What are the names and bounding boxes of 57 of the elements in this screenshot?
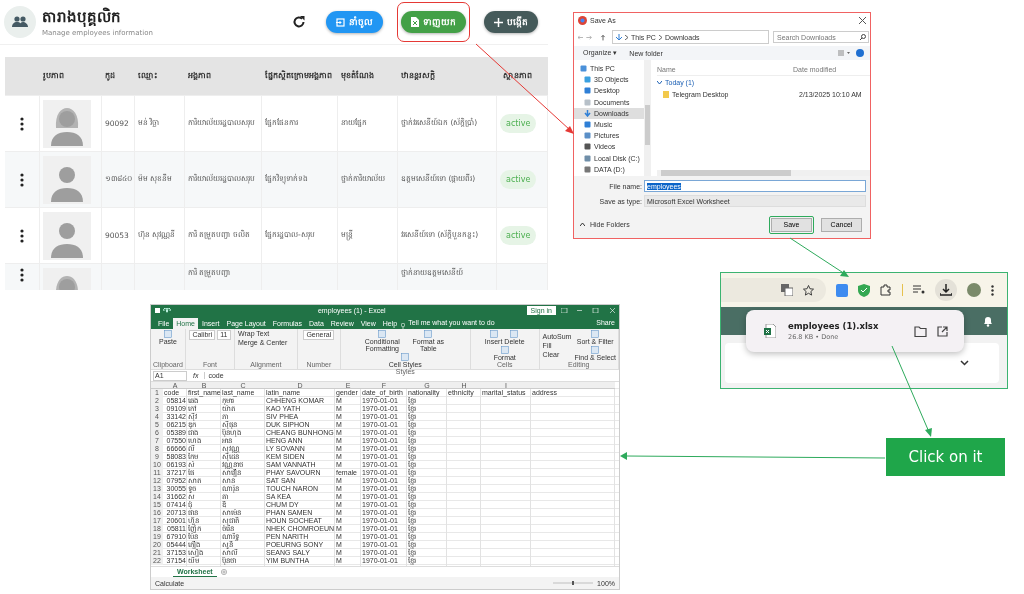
status-badge: active (500, 226, 537, 245)
folder-icon (663, 91, 669, 98)
column-header: ឈ្មោះ (138, 70, 158, 82)
people-icon (4, 6, 36, 38)
chevron-down-icon[interactable] (960, 360, 969, 366)
window-controls-icon[interactable] (561, 308, 615, 313)
plus-icon (494, 17, 503, 27)
column-header: កូដ (105, 70, 115, 82)
chevron-right-icon (625, 34, 628, 40)
bell-icon[interactable] (983, 315, 993, 327)
download-icon (584, 109, 591, 117)
app-icon (578, 16, 587, 25)
refresh-icon[interactable] (292, 15, 306, 29)
column-header: រូបភាព (43, 70, 64, 82)
shield-icon[interactable] (858, 283, 870, 297)
more-options-icon[interactable] (20, 116, 24, 131)
scrollbar[interactable] (644, 60, 651, 176)
download-icon[interactable] (935, 279, 957, 301)
chevron-up-icon[interactable] (580, 223, 585, 226)
help-icon[interactable] (856, 49, 864, 57)
status-badge: active (500, 114, 537, 133)
more-options-icon[interactable] (991, 284, 994, 296)
column-header: ឋានន្តរសក្តិ (401, 70, 435, 82)
page-title: តារាងបុគ្គលិក (42, 7, 122, 29)
lightbulb-icon[interactable] (401, 323, 406, 329)
folder-icon[interactable] (914, 325, 927, 337)
star-icon[interactable] (803, 284, 814, 296)
open-external-icon[interactable] (937, 325, 948, 337)
spreadsheet-file-icon[interactable] (764, 324, 776, 338)
spreadsheet-file-icon (411, 17, 419, 27)
command-icon (164, 330, 172, 338)
more-options-icon[interactable] (20, 228, 24, 243)
callout-label: Click on it (886, 438, 1005, 476)
extension-icon[interactable] (836, 283, 848, 297)
close-icon[interactable] (859, 17, 866, 24)
command-icon (401, 353, 410, 361)
command-icon (378, 330, 387, 338)
column-header: ផ្នែកស្ថិតក្រោមអង្គភាព (265, 70, 332, 82)
translate-icon[interactable] (781, 284, 793, 296)
view-options-icon[interactable] (838, 50, 850, 56)
sign-in-icon (336, 17, 345, 27)
more-options-icon[interactable] (20, 172, 24, 187)
more-options-icon[interactable] (20, 268, 24, 282)
chevron-right-icon (658, 34, 662, 40)
media-control-icon[interactable] (913, 285, 925, 295)
create-button[interactable]: បង្កើត (484, 11, 538, 33)
column-header: មុខតំណែង (341, 70, 374, 82)
arrow (789, 237, 849, 277)
address-bar[interactable] (721, 278, 826, 302)
profile-avatar-icon[interactable] (967, 283, 981, 297)
scrollbar[interactable] (657, 170, 870, 176)
download-icon (616, 33, 622, 41)
column-header: អង្គភាព (188, 70, 211, 82)
status-badge: active (500, 170, 537, 189)
puzzle-icon[interactable] (880, 284, 892, 296)
command-icon (424, 330, 433, 338)
download-file-name[interactable]: employees (1).xlsx (788, 321, 879, 331)
